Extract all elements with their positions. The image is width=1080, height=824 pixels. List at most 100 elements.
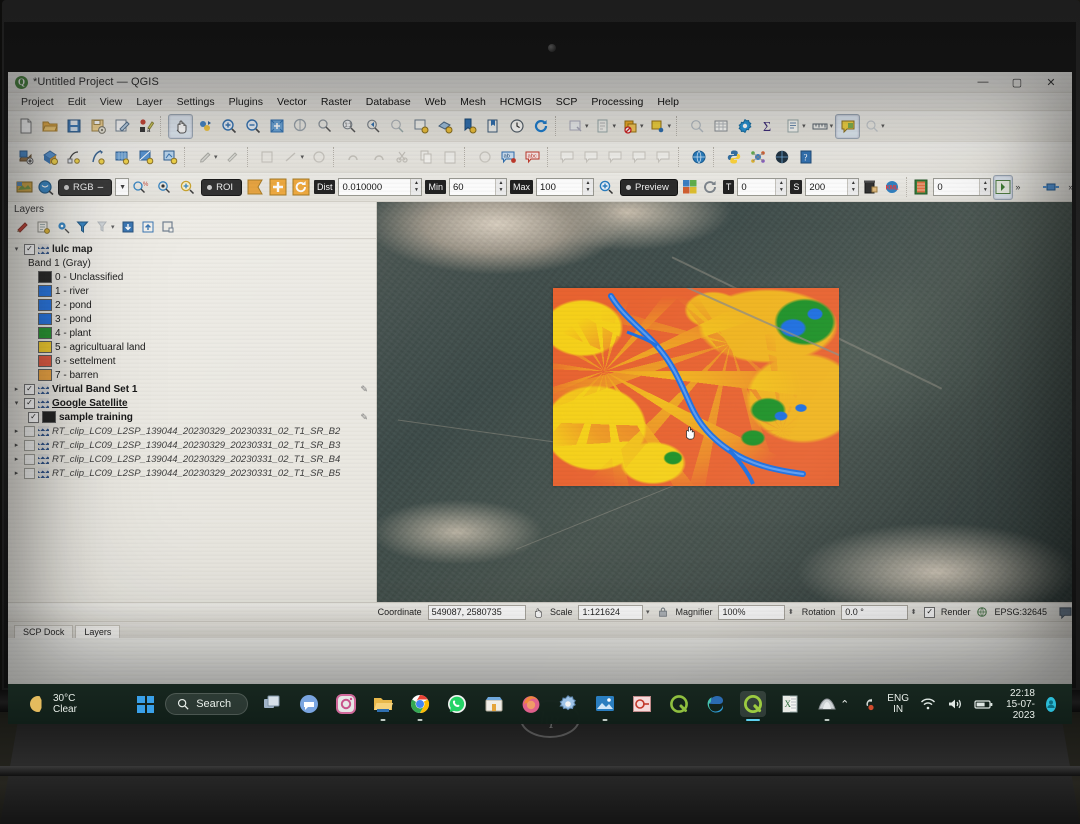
expand-arrow-icon[interactable]: ▸ [12, 385, 21, 393]
layer-row[interactable]: 5 - agricultuaral land [8, 340, 376, 354]
lock-scale-icon[interactable] [657, 606, 669, 618]
spin-arrows-icon[interactable]: ▲ ▼ [582, 179, 594, 195]
layer-row[interactable]: 4 - plant [8, 326, 376, 340]
chevron-down-icon[interactable]: ▾ [646, 608, 650, 616]
add-virtual-layer-icon[interactable] [86, 146, 109, 169]
next-icon[interactable] [993, 174, 1014, 200]
settings-icon[interactable] [555, 691, 581, 717]
expand-arrow-icon[interactable]: ▸ [12, 455, 21, 463]
microsoft-store-icon[interactable] [481, 691, 507, 717]
roi-polygon-icon[interactable] [155, 176, 175, 199]
magnifier-field[interactable]: 100% [718, 604, 785, 620]
usgs-icon[interactable] [912, 176, 930, 199]
zoom-out-icon[interactable] [241, 115, 264, 138]
usgs-input[interactable] [934, 180, 980, 194]
redo-roi-icon[interactable] [291, 176, 311, 199]
zoom-last-icon[interactable] [361, 115, 384, 138]
create-roi-icon[interactable] [245, 176, 265, 199]
file-explorer-icon[interactable] [370, 691, 396, 717]
menu-item-vector[interactable]: Vector [270, 95, 314, 109]
plugin-manager-icon[interactable] [746, 146, 769, 169]
open-project-icon[interactable] [38, 115, 61, 138]
layer-row[interactable]: 1 - river [8, 284, 376, 298]
select-features-icon[interactable] [592, 115, 615, 138]
classification-preview-icon[interactable] [681, 176, 699, 199]
rotate-label-icon[interactable] [604, 146, 627, 169]
zoom-in-icon[interactable] [217, 115, 240, 138]
menu-item-project[interactable]: Project [14, 95, 61, 109]
render-checkbox[interactable]: ✓ [924, 606, 935, 618]
collapse-all-icon[interactable] [140, 219, 157, 236]
metasearch-icon[interactable] [687, 146, 710, 169]
layer-row[interactable]: ▾ ✓ Google Satellite [8, 396, 376, 410]
layer-row[interactable]: ▸✓ RT_clip_LC09_L2SP_139044_20230329_2023… [8, 438, 376, 452]
chat-icon[interactable] [296, 691, 322, 717]
chrome-icon[interactable] [407, 691, 433, 717]
crs-label[interactable]: EPSG:32645 [994, 607, 1047, 617]
volume-icon[interactable] [947, 697, 963, 711]
coordinate-field[interactable]: 549087, 2580735 [427, 604, 526, 620]
refresh-icon[interactable] [529, 115, 552, 138]
bookmark-add-icon[interactable] [457, 115, 480, 138]
layer-row[interactable]: ▸✓ RT_clip_LC09_L2SP_139044_20230329_2023… [8, 424, 376, 438]
layer-visibility-checkbox[interactable]: ✓ [24, 425, 35, 437]
max-input[interactable] [537, 180, 583, 194]
map-tip-toggle-icon[interactable] [860, 115, 883, 138]
filter-legend-icon[interactable] [74, 219, 91, 236]
qgis-active-icon[interactable] [740, 691, 767, 717]
taskbar-search[interactable]: Search [165, 693, 249, 715]
zoom-preview-icon[interactable] [178, 176, 198, 199]
menu-item-help[interactable]: Help [650, 95, 686, 109]
collapse-arrow-icon[interactable]: ▾ [12, 399, 21, 407]
t-input[interactable] [738, 180, 776, 194]
new-print-layout-icon[interactable] [110, 115, 133, 138]
layer-row[interactable]: 3 - pond [8, 312, 376, 326]
min-spinbox[interactable]: ▲▼ [449, 178, 507, 196]
save-project-as-icon[interactable] [86, 115, 109, 138]
layer-visibility-checkbox[interactable]: ✓ [24, 243, 35, 255]
bookmark-list-icon[interactable] [481, 115, 504, 138]
layer-row[interactable]: ▸✓ RT_clip_LC09_L2SP_139044_20230329_2023… [8, 452, 376, 466]
whatsapp-icon[interactable] [444, 691, 470, 717]
menu-item-layer[interactable]: Layer [129, 95, 169, 109]
wifi-icon[interactable] [920, 697, 936, 711]
label-properties-icon[interactable] [652, 146, 675, 169]
usgs-spinbox[interactable]: ▲▼ [933, 178, 992, 196]
deselect-icon[interactable] [619, 115, 642, 138]
remove-layer-icon[interactable] [160, 219, 177, 236]
measure-icon[interactable] [647, 115, 670, 138]
expand-arrow-icon[interactable]: ▸ [12, 469, 21, 477]
scale-field[interactable]: 1:121624 [578, 604, 643, 620]
expand-arrow-icon[interactable]: ▸ [12, 441, 21, 449]
crs-icon[interactable] [976, 606, 988, 618]
task-view-icon[interactable] [259, 691, 285, 717]
open-layer-styling-icon[interactable] [14, 219, 31, 236]
firefox-icon[interactable] [518, 691, 544, 717]
text-annotation-icon[interactable] [835, 113, 861, 139]
collapse-arrow-icon[interactable]: ▾ [12, 245, 21, 253]
pan-to-selection-icon[interactable] [193, 115, 216, 138]
show-attribute-list-icon[interactable] [781, 115, 804, 138]
s-input[interactable] [806, 180, 848, 194]
spin-arrows-icon[interactable]: ▲ ▼ [775, 179, 787, 195]
spin-arrows-icon[interactable]: ▲ ▼ [979, 179, 991, 195]
kml-icon[interactable]: KML [883, 176, 901, 199]
s-spinbox[interactable]: ▲▼ [805, 178, 860, 196]
dist-input[interactable] [339, 180, 411, 194]
add-delimited-text-icon[interactable] [62, 146, 85, 169]
new-project-icon[interactable] [14, 115, 37, 138]
toggle-editing-icon[interactable] [193, 146, 216, 169]
paste-features-icon[interactable] [438, 146, 461, 169]
map-tips-icon[interactable] [685, 115, 708, 138]
spin-arrows-icon[interactable]: ▲ ▼ [495, 179, 506, 195]
redo-icon[interactable] [366, 146, 389, 169]
menu-item-edit[interactable]: Edit [61, 95, 93, 109]
temporal-controller-icon[interactable] [505, 115, 528, 138]
change-label-icon[interactable] [628, 146, 651, 169]
menu-item-view[interactable]: View [93, 95, 130, 109]
zoom-to-selection-icon[interactable] [289, 115, 312, 138]
dock-tab-scp-dock[interactable]: SCP Dock [14, 625, 74, 638]
menu-item-settings[interactable]: Settings [170, 95, 222, 109]
t-spinbox[interactable]: ▲▼ [737, 178, 788, 196]
close-button[interactable]: ✕ [1034, 72, 1068, 92]
